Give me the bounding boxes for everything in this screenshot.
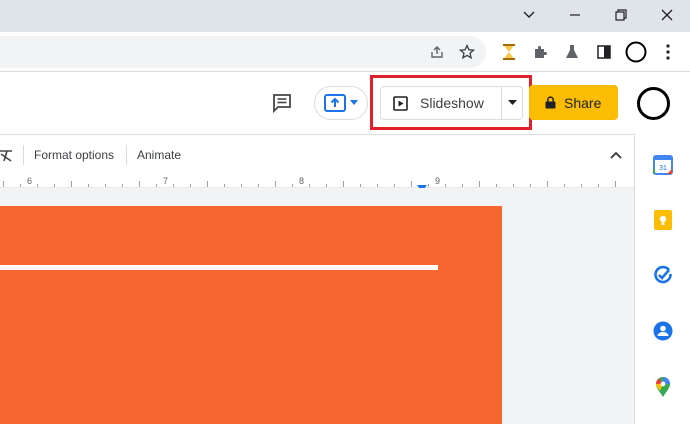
share-button[interactable]: Share	[529, 85, 618, 120]
ruler-tick	[394, 184, 395, 187]
ruler-tick	[496, 184, 497, 187]
ruler-tick	[54, 184, 55, 187]
side-panel-icon[interactable]	[592, 40, 616, 64]
ruler-tick	[71, 181, 72, 187]
present-to-meeting-button[interactable]	[314, 86, 368, 120]
ruler-tick	[275, 181, 276, 187]
ruler-tick	[224, 184, 225, 187]
chevron-down-icon	[350, 100, 358, 105]
profile-avatar-icon[interactable]	[624, 40, 648, 64]
ruler-tick	[581, 184, 582, 187]
extensions-puzzle-icon[interactable]	[528, 40, 552, 64]
ruler-tick	[3, 181, 4, 187]
ruler-tick	[326, 184, 327, 187]
ruler-tick	[445, 184, 446, 187]
ruler-tick	[309, 184, 310, 187]
ruler-tick	[343, 181, 344, 187]
ruler-tick	[547, 181, 548, 187]
ruler-tick	[360, 184, 361, 187]
ruler-tick	[258, 184, 259, 187]
ruler-tick	[241, 184, 242, 187]
maps-icon[interactable]	[652, 376, 674, 398]
labs-flask-icon[interactable]	[560, 40, 584, 64]
ruler-tick	[156, 184, 157, 187]
animate-button[interactable]: Animate	[137, 148, 181, 162]
ruler-tick	[377, 184, 378, 187]
toolbar-divider	[126, 145, 127, 165]
minimize-button[interactable]	[552, 0, 598, 30]
hourglass-extension-icon[interactable]	[497, 40, 521, 64]
ruler-tick	[190, 184, 191, 187]
present-screen-icon	[324, 94, 346, 112]
tab-search-icon[interactable]	[506, 0, 552, 30]
ruler-tick	[428, 184, 429, 187]
ruler-tick	[462, 184, 463, 187]
slide-line-shape[interactable]	[0, 265, 438, 270]
ruler-tick	[615, 181, 616, 187]
ruler-tick	[139, 181, 140, 187]
toolbar-divider	[23, 145, 24, 165]
editor-toolbar: Format options Animate	[0, 134, 634, 174]
ruler-tick	[20, 184, 21, 187]
address-bar[interactable]	[0, 36, 486, 68]
contacts-icon[interactable]	[652, 320, 674, 342]
ruler-number: 6	[27, 176, 33, 186]
slides-header: Slideshow Share	[0, 72, 690, 134]
tasks-icon[interactable]	[652, 264, 674, 286]
ruler-tick	[292, 184, 293, 187]
format-options-button[interactable]: Format options	[34, 148, 114, 162]
collapse-toolbar-chevron-up-icon[interactable]	[608, 147, 624, 163]
ruler-tick	[105, 184, 106, 187]
ruler-tick	[88, 184, 89, 187]
share-label: Share	[564, 94, 602, 111]
restore-button[interactable]	[598, 0, 644, 30]
lock-icon	[545, 96, 556, 109]
browser-toolbar	[0, 32, 690, 72]
browser-title-bar	[0, 0, 690, 32]
bookmark-star-icon[interactable]	[455, 40, 479, 64]
ruler-tick	[122, 184, 123, 187]
side-panel: 31	[634, 134, 690, 424]
close-button[interactable]	[644, 0, 690, 30]
keep-icon[interactable]	[652, 209, 674, 231]
slide[interactable]	[0, 206, 502, 424]
ruler-tick	[411, 181, 412, 187]
ruler-tick	[598, 184, 599, 187]
ruler-number: 7	[163, 176, 169, 186]
horizontal-ruler: 6 7 8 9	[0, 174, 634, 192]
calendar-icon[interactable]: 31	[652, 154, 674, 176]
slide-canvas	[0, 188, 634, 424]
calendar-day: 31	[659, 165, 667, 172]
ruler-tick	[173, 184, 174, 187]
ruler-tick	[479, 181, 480, 187]
ruler-number: 9	[435, 176, 441, 186]
ruler-tick	[513, 184, 514, 187]
account-avatar[interactable]	[637, 87, 670, 120]
ruler-tick	[564, 184, 565, 187]
ruler-tick	[207, 181, 208, 187]
ruler-tick	[530, 184, 531, 187]
highlight-annotation-box	[370, 75, 532, 130]
chrome-menu-icon[interactable]	[656, 40, 680, 64]
ruler-tick	[37, 184, 38, 187]
comment-history-icon[interactable]	[268, 89, 296, 117]
ruler-number: 8	[299, 176, 305, 186]
share-page-icon[interactable]	[425, 40, 449, 64]
clear-formatting-icon[interactable]	[0, 148, 14, 162]
